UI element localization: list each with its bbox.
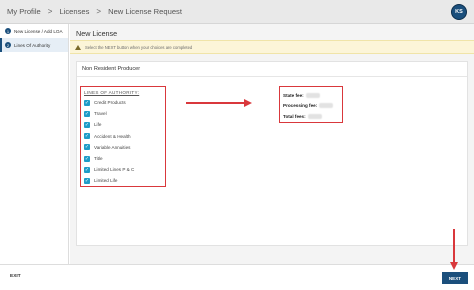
footer-bar: EXIT NEXT	[0, 264, 474, 290]
loa-option-variable-annuities[interactable]: ✓ Variable Annuities	[84, 142, 165, 153]
checkbox-checked-icon[interactable]: ✓	[84, 133, 90, 140]
state-fee-row: State fee:	[283, 90, 342, 101]
checkbox-label: Travel	[94, 111, 107, 117]
step-label: New License / Add LOA	[14, 28, 63, 34]
loa-option-travel[interactable]: ✓ Travel	[84, 108, 165, 119]
loa-option-life[interactable]: ✓ Life	[84, 119, 165, 130]
sidebar: 1 New License / Add LOA 2 Lines Of Autho…	[0, 24, 69, 264]
state-fee-label: State fee:	[283, 92, 304, 98]
loa-option-limited-life[interactable]: ✓ Limited Life	[84, 175, 165, 186]
next-button[interactable]: NEXT	[442, 272, 468, 284]
checkbox-checked-icon[interactable]: ✓	[84, 121, 90, 128]
card-title: Non Resident Producer	[82, 66, 141, 72]
exit-button[interactable]: EXIT	[10, 274, 21, 279]
redacted-value	[305, 92, 320, 98]
processing-fee-row: Processing fee:	[283, 101, 342, 112]
checkbox-checked-icon[interactable]: ✓	[84, 99, 90, 106]
checkbox-label: Limited Life	[94, 178, 118, 184]
checkbox-checked-icon[interactable]: ✓	[84, 166, 90, 173]
fees-box: State fee: Processing fee: Total fees:	[279, 86, 343, 123]
loa-option-credit-products[interactable]: ✓ Credit Products	[84, 97, 165, 108]
checkbox-checked-icon[interactable]: ✓	[84, 155, 90, 162]
notice-banner: Select the NEXT button when your choices…	[70, 40, 474, 54]
checkbox-label: Accident & Health	[94, 133, 131, 139]
loa-option-accident-health[interactable]: ✓ Accident & Health	[84, 131, 165, 142]
checkbox-checked-icon[interactable]: ✓	[84, 110, 90, 117]
breadcrumb-separator: >	[47, 7, 53, 16]
top-bar: My Profile > Licenses > New License Requ…	[0, 0, 474, 24]
sidebar-step-new-license[interactable]: 1 New License / Add LOA	[0, 24, 68, 38]
step-number: 2	[5, 42, 11, 48]
page-title: New License	[76, 29, 118, 38]
checkbox-label: Credit Products	[94, 100, 126, 106]
step-number: 1	[5, 28, 11, 34]
loa-option-title[interactable]: ✓ Title	[84, 153, 165, 164]
main-content: New License Select the NEXT button when …	[70, 24, 474, 264]
total-fees-row: Total fees:	[283, 111, 342, 122]
breadcrumb-current: New License Request	[108, 7, 182, 16]
license-card: Non Resident Producer LINES OF AUTHORITY…	[76, 61, 468, 246]
warning-icon	[75, 44, 81, 50]
step-label: Lines Of Authority	[14, 42, 51, 48]
total-fees-label: Total fees:	[283, 113, 306, 119]
checkbox-checked-icon[interactable]: ✓	[84, 144, 90, 151]
loa-option-limited-lines-pc[interactable]: ✓ Limited Lines P & C	[84, 164, 165, 175]
checkbox-label: Limited Lines P & C	[94, 167, 135, 173]
checkbox-checked-icon[interactable]: ✓	[84, 177, 90, 184]
checkbox-label: Variable Annuities	[94, 144, 131, 150]
divider	[77, 76, 467, 77]
redacted-value	[319, 103, 334, 109]
sidebar-step-lines-of-authority[interactable]: 2 Lines Of Authority	[0, 38, 68, 52]
breadcrumb-my-profile[interactable]: My Profile	[7, 7, 41, 16]
redacted-value	[307, 113, 322, 119]
loa-heading: LINES OF AUTHORITY:	[84, 90, 140, 95]
checkbox-label: Life	[94, 122, 102, 128]
breadcrumb-separator: >	[96, 7, 102, 16]
checkbox-label: Title	[94, 156, 103, 162]
avatar[interactable]: KS	[451, 4, 467, 20]
notice-text: Select the NEXT button when your choices…	[85, 44, 193, 50]
lines-of-authority-box: LINES OF AUTHORITY: ✓ Credit Products ✓ Tr…	[80, 86, 166, 187]
breadcrumb-licenses[interactable]: Licenses	[59, 7, 89, 16]
processing-fee-label: Processing fee:	[283, 103, 318, 109]
